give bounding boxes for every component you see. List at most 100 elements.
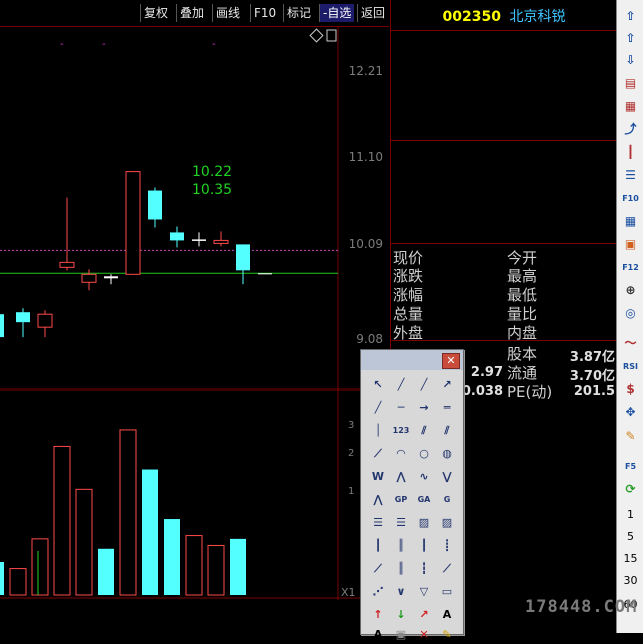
- refresh-icon[interactable]: ⟳: [622, 481, 639, 498]
- volume-unit: X1: [341, 586, 356, 599]
- line-chart-icon[interactable]: ⤴: [622, 121, 639, 138]
- grid-icon[interactable]: ▦: [622, 213, 639, 230]
- mark-button[interactable]: 标记: [283, 4, 314, 22]
- volume-bar: [185, 535, 203, 596]
- table-icon[interactable]: ▦: [622, 98, 639, 115]
- money-icon[interactable]: $: [622, 381, 639, 398]
- annotation-label: 10.35: [192, 182, 232, 198]
- f10-icon[interactable]: F10: [622, 190, 639, 207]
- pencil-icon[interactable]: ✎: [622, 428, 639, 445]
- annotation-label: 10.22: [192, 164, 232, 180]
- volume-chart[interactable]: 涨 3 2 1 X1 1: [0, 390, 390, 600]
- text-tool-icon[interactable]: A: [438, 606, 456, 624]
- kline-chart[interactable]: 12.21 11.10 10.09 9.08 10.22 10.35 - - -: [0, 27, 390, 390]
- rectangle-tool-icon[interactable]: ▭: [438, 583, 456, 601]
- m-pattern-tool-icon[interactable]: ⋀: [392, 468, 410, 486]
- fan-lines-tool-icon[interactable]: ⋰: [369, 583, 387, 601]
- target-tool-icon[interactable]: ◍: [438, 445, 456, 463]
- gann-tool-icon[interactable]: ▨: [415, 514, 433, 532]
- ray-tool-icon[interactable]: ↗: [438, 376, 456, 394]
- settings-icon[interactable]: ◎: [622, 305, 639, 322]
- segment-tool-icon[interactable]: ╱: [392, 376, 410, 394]
- panel-toggle-icon[interactable]: [326, 29, 337, 42]
- volume-bar: [98, 548, 114, 595]
- hide-tool-icon[interactable]: ▣: [392, 626, 410, 644]
- peak-tool-icon[interactable]: ⋀: [369, 491, 387, 509]
- drawing-tool-palette[interactable]: ✕ ↖ ╱ ╱ ↗ ╱ ─ → ═ │ 123 ⫽ ⫽ ⟋ ◠ ○ ◍ W ⋀ …: [360, 349, 464, 641]
- volume-bar: [31, 538, 49, 596]
- candle: [16, 312, 30, 323]
- fan-tool-icon[interactable]: ⟋: [369, 560, 387, 578]
- wave-tool-icon[interactable]: ∿: [415, 468, 433, 486]
- draw-line-button[interactable]: 画线: [212, 4, 243, 22]
- wave-count-tool-icon[interactable]: 123: [392, 422, 410, 440]
- palette-titlebar[interactable]: ✕: [361, 350, 463, 370]
- g-tool-icon[interactable]: G: [438, 491, 456, 509]
- slope-tool-icon[interactable]: ⟋: [369, 445, 387, 463]
- period-1[interactable]: 1: [617, 508, 643, 521]
- gp-tool-icon[interactable]: GP: [392, 491, 410, 509]
- zigzag-tool-icon[interactable]: ⋁: [438, 468, 456, 486]
- highlight-tool-icon[interactable]: ✎: [438, 626, 456, 644]
- angle-tool-icon[interactable]: ⟋: [438, 560, 456, 578]
- line-tool-icon[interactable]: ╱: [415, 376, 433, 394]
- arc-tool-icon[interactable]: ◠: [392, 445, 410, 463]
- period-15[interactable]: 15: [617, 552, 643, 565]
- triangle-tool-icon[interactable]: ▽: [415, 583, 433, 601]
- gann-fan-tool-icon[interactable]: ▨: [438, 514, 456, 532]
- f12-icon[interactable]: F12: [622, 259, 639, 276]
- candlestick-icon[interactable]: ┃: [622, 144, 639, 161]
- hray-tool-icon[interactable]: →: [415, 399, 433, 417]
- pointer-tool-icon[interactable]: ↖: [369, 376, 387, 394]
- time-zone-tool-icon[interactable]: ┃: [415, 537, 433, 555]
- hline-tool-icon[interactable]: ─: [392, 399, 410, 417]
- f10-alt-icon[interactable]: ⊕: [622, 282, 639, 299]
- close-icon[interactable]: ✕: [442, 353, 460, 369]
- ga-tool-icon[interactable]: GA: [415, 491, 433, 509]
- overlay-button[interactable]: 叠加: [176, 4, 207, 22]
- down-chevron-tool-icon[interactable]: ∨: [392, 583, 410, 601]
- rsi-icon[interactable]: RSI: [622, 358, 639, 375]
- hsegment-tool-icon[interactable]: ═: [438, 399, 456, 417]
- ruler-tool-icon[interactable]: ┇: [415, 560, 433, 578]
- period-5[interactable]: 5: [617, 530, 643, 543]
- up-arrow-tool-icon[interactable]: ↑: [369, 606, 387, 624]
- delete-tool-icon[interactable]: ✕: [415, 626, 433, 644]
- diamond-icon[interactable]: [309, 28, 324, 43]
- label-pe: PE(动): [507, 383, 553, 401]
- move-icon[interactable]: ✥: [622, 404, 639, 421]
- chart-icon[interactable]: ▤: [622, 75, 639, 92]
- period-tool-icon[interactable]: ║: [392, 537, 410, 555]
- channel-tool-icon[interactable]: ⫽: [438, 422, 456, 440]
- fuquan-button[interactable]: 复权: [140, 4, 171, 22]
- wave-icon[interactable]: 〜: [622, 335, 639, 352]
- price-tick: 12.21: [349, 64, 383, 78]
- buy-tool-icon[interactable]: ↗: [415, 606, 433, 624]
- cycle-tool-icon[interactable]: ┃: [369, 537, 387, 555]
- list-icon[interactable]: ☰: [622, 167, 639, 184]
- watchlist-button[interactable]: -自选: [319, 4, 355, 22]
- fib-ext-tool-icon[interactable]: ☰: [392, 514, 410, 532]
- parallel-tool-icon[interactable]: ⫽: [415, 422, 433, 440]
- speed-tool-icon[interactable]: ║: [392, 560, 410, 578]
- fib-tool-icon[interactable]: ☰: [369, 514, 387, 532]
- up-arrow-icon[interactable]: ⇧: [622, 30, 639, 47]
- circle-tool-icon[interactable]: ○: [415, 445, 433, 463]
- candle: [213, 239, 229, 244]
- bar-tool-icon[interactable]: ┋: [438, 537, 456, 555]
- up-arrow-icon[interactable]: ⇧: [622, 8, 639, 25]
- f10-button[interactable]: F10: [250, 4, 279, 22]
- chart-toolbar: 复权 叠加 画线 F10 标记 -自选 返回: [0, 0, 389, 27]
- back-button[interactable]: 返回: [357, 4, 388, 22]
- f5-icon[interactable]: F5: [622, 458, 639, 475]
- w-pattern-tool-icon[interactable]: W: [369, 468, 387, 486]
- down-arrow-tool-icon[interactable]: ↓: [392, 606, 410, 624]
- down-arrow-icon[interactable]: ⇩: [622, 52, 639, 69]
- period-30[interactable]: 30: [617, 574, 643, 587]
- line-tool-icon[interactable]: ╱: [369, 399, 387, 417]
- vline-tool-icon[interactable]: │: [369, 422, 387, 440]
- text-note-tool-icon[interactable]: A: [369, 626, 387, 644]
- stock-name: 北京科锐: [509, 9, 566, 25]
- side-toolbar: ⇧ ⇧ ⇩ ▤ ▦ ⤴ ┃ ☰ F10 ▦ ▣ F12 ⊕ ◎ 〜 RSI $ …: [616, 0, 643, 633]
- book-icon[interactable]: ▣: [622, 236, 639, 253]
